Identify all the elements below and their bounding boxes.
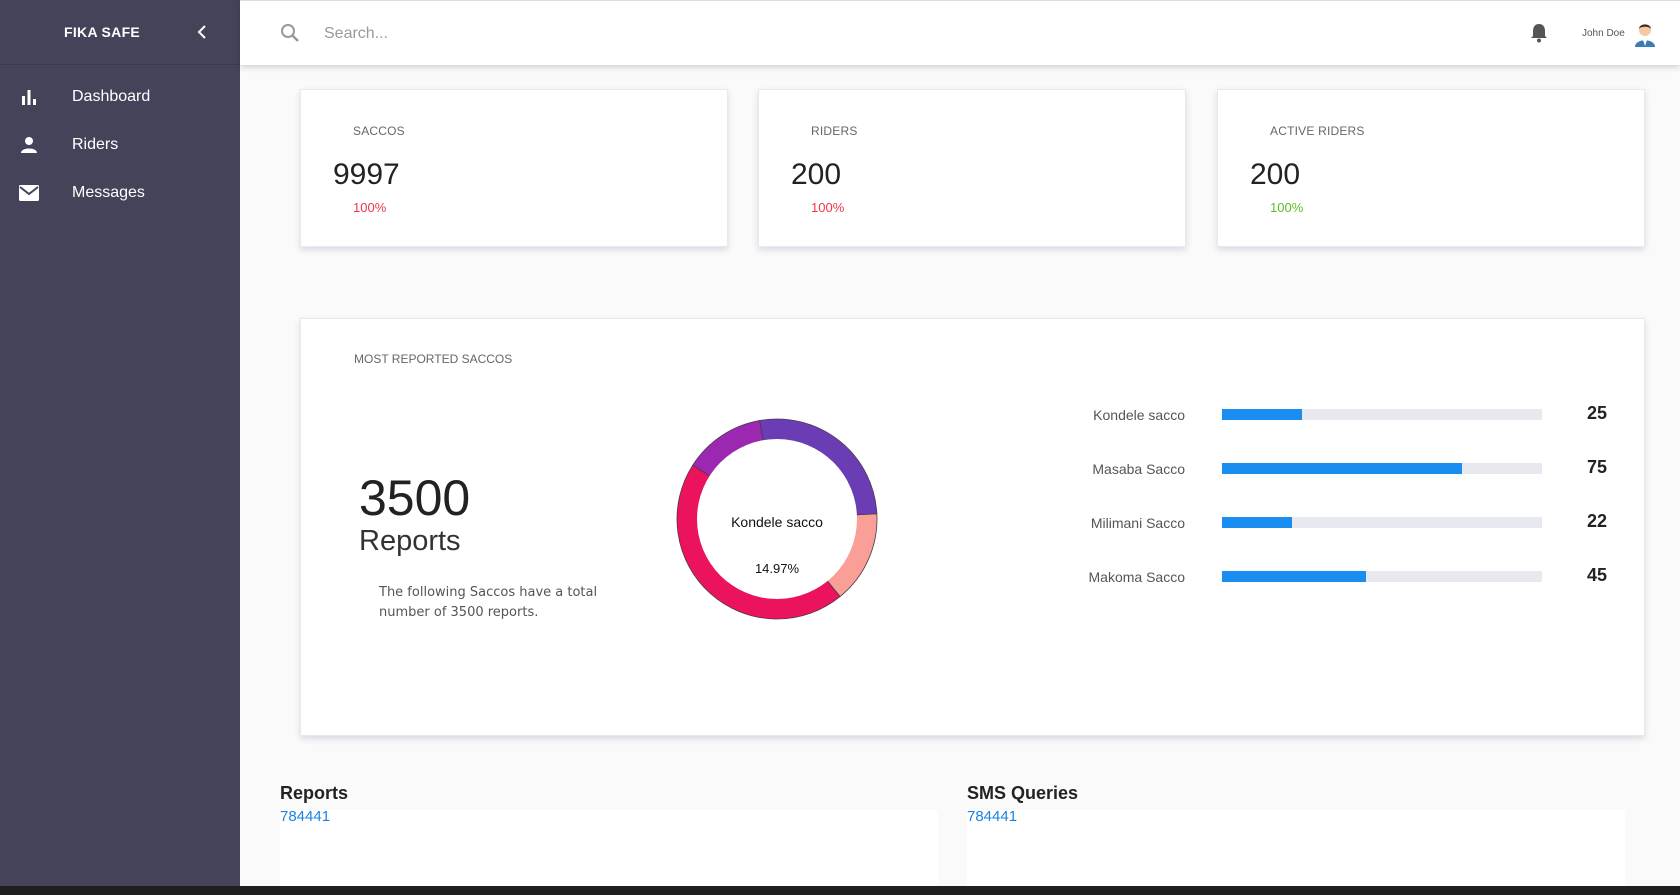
bar-value: 45 xyxy=(1587,565,1608,585)
sms-queries-panel-title: SMS Queries xyxy=(967,783,1079,803)
reports-panel xyxy=(280,810,938,886)
stat-title: ACTIVE RIDERS xyxy=(1270,124,1365,138)
most-reported-card: MOST REPORTED SACCOS 3500 Reports The fo… xyxy=(300,318,1645,736)
total-reports-count: 3500 xyxy=(359,470,471,526)
bar-value: 25 xyxy=(1587,403,1608,423)
stat-percent: 100% xyxy=(353,200,387,215)
stat-value: 9997 xyxy=(333,158,400,191)
bar-row: Makoma Sacco 45 xyxy=(1061,563,1621,617)
bar-value: 22 xyxy=(1587,511,1608,531)
bar-row: Kondele sacco 25 xyxy=(1061,401,1621,455)
sms-queries-panel xyxy=(967,810,1625,886)
stat-card-active-riders: ACTIVE RIDERS 200 100% xyxy=(1217,89,1645,247)
stat-title: RIDERS xyxy=(811,124,858,138)
sidebar: FIKA SAFE Dashboard Riders Messages xyxy=(0,0,240,886)
person-icon xyxy=(18,134,40,156)
stat-percent: 100% xyxy=(811,200,845,215)
user-name: John Doe xyxy=(1582,27,1625,39)
bar-label: Makoma Sacco xyxy=(1088,569,1185,585)
stat-value: 200 xyxy=(791,158,842,191)
mail-icon xyxy=(18,182,40,204)
bar-label: Milimani Sacco xyxy=(1090,515,1185,531)
bar-row: Milimani Sacco 22 xyxy=(1061,509,1621,563)
stat-percent: 100% xyxy=(1270,200,1304,215)
os-taskbar xyxy=(0,886,1680,895)
chevron-left-icon xyxy=(197,25,206,39)
progress-fill xyxy=(1222,517,1293,528)
collapse-sidebar-button[interactable] xyxy=(192,22,212,42)
sacco-bars: Kondele sacco 25 Masaba Sacco 75 Miliman… xyxy=(1061,401,1621,617)
bar-label: Kondele sacco xyxy=(1093,407,1185,423)
search-icon xyxy=(280,23,300,48)
topbar: John Doe xyxy=(240,0,1680,65)
bar-label: Masaba Sacco xyxy=(1092,461,1185,477)
card-title: MOST REPORTED SACCOS xyxy=(354,352,513,366)
total-reports-label: Reports xyxy=(359,525,461,557)
bar-row: Masaba Sacco 75 xyxy=(1061,455,1621,509)
avatar xyxy=(1631,19,1659,47)
stat-card-saccos: SACCOS 9997 100% xyxy=(300,89,728,247)
progress-fill xyxy=(1222,463,1462,474)
progress-fill xyxy=(1222,571,1366,582)
sidebar-header: FIKA SAFE xyxy=(0,0,240,65)
progress-bar xyxy=(1222,571,1542,582)
sidebar-item-dashboard[interactable]: Dashboard xyxy=(0,73,240,121)
search-input[interactable] xyxy=(324,19,824,49)
reports-description: The following Saccos have a total number… xyxy=(379,585,598,620)
sidebar-item-messages[interactable]: Messages xyxy=(0,169,240,217)
sidebar-item-label: Dashboard xyxy=(72,88,151,105)
sidebar-nav: Dashboard Riders Messages xyxy=(0,73,240,217)
reports-panel-link[interactable]: 784441 xyxy=(280,808,330,825)
donut-center-value: 14.97% xyxy=(755,561,800,576)
bar-chart-icon xyxy=(18,86,40,108)
sidebar-item-label: Riders xyxy=(72,136,119,153)
sidebar-item-riders[interactable]: Riders xyxy=(0,121,240,169)
progress-bar xyxy=(1222,463,1542,474)
sidebar-item-label: Messages xyxy=(72,184,145,201)
reports-panel-title: Reports xyxy=(280,783,349,803)
brand-logo-text: FIKA SAFE xyxy=(64,24,141,40)
progress-fill xyxy=(1222,409,1302,420)
sms-queries-panel-link[interactable]: 784441 xyxy=(967,808,1017,825)
progress-bar xyxy=(1222,409,1542,420)
donut-chart: Kondele sacco 14.97% xyxy=(676,418,878,620)
stat-value: 200 xyxy=(1250,158,1301,191)
stat-card-riders: RIDERS 200 100% xyxy=(758,89,1186,247)
notification-bell-icon[interactable] xyxy=(1530,23,1548,48)
user-menu[interactable]: John Doe xyxy=(1582,19,1659,47)
donut-center-label: Kondele sacco xyxy=(731,514,823,530)
progress-bar xyxy=(1222,517,1542,528)
bar-value: 75 xyxy=(1587,457,1608,477)
stat-title: SACCOS xyxy=(353,124,405,138)
